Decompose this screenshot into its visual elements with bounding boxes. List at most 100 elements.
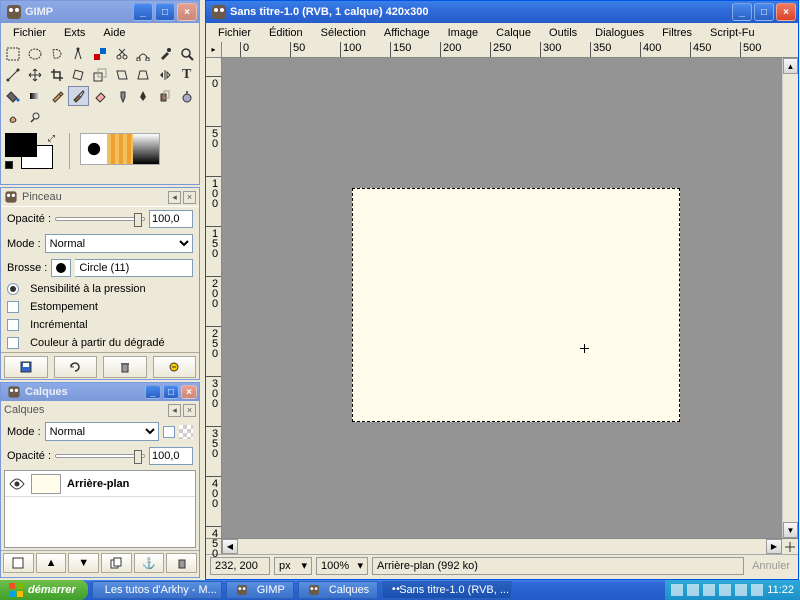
tray-icon[interactable] — [751, 584, 763, 596]
opacity-slider[interactable] — [55, 217, 145, 221]
delete-options-button[interactable] — [103, 356, 147, 378]
minimize-button[interactable]: _ — [133, 3, 153, 21]
menu-help[interactable]: Aide — [95, 25, 133, 41]
tool-scale[interactable] — [90, 65, 111, 85]
brush-pattern-gradient[interactable] — [80, 133, 160, 165]
brush-preview[interactable] — [51, 259, 71, 277]
tool-eraser[interactable] — [90, 86, 111, 106]
lock-alpha-checkbox[interactable] — [163, 426, 175, 438]
tool-blend[interactable] — [25, 86, 46, 106]
tool-rotate[interactable] — [68, 65, 89, 85]
unit-select[interactable]: px▾ — [274, 557, 312, 575]
close-dock-button[interactable]: × — [183, 404, 196, 417]
zoom-select[interactable]: 100%▾ — [316, 557, 368, 575]
tray-icon[interactable] — [703, 584, 715, 596]
menu-layer[interactable]: Calque — [488, 25, 539, 41]
reset-options-button[interactable] — [153, 356, 197, 378]
tool-fuzzy-select[interactable] — [68, 44, 89, 64]
swap-colors-icon[interactable]: ⤢ — [48, 133, 55, 144]
maximize-button[interactable]: □ — [754, 3, 774, 21]
scroll-down-button[interactable]: ▼ — [783, 522, 798, 538]
tool-paintbrush[interactable] — [68, 86, 89, 106]
menu-file[interactable]: Fichier — [5, 25, 54, 41]
minimize-button[interactable]: _ — [732, 3, 752, 21]
close-button[interactable]: × — [776, 3, 796, 21]
restore-options-button[interactable] — [54, 356, 98, 378]
save-options-button[interactable] — [4, 356, 48, 378]
menu-select[interactable]: Sélection — [313, 25, 374, 41]
opacity-spinner[interactable]: 100,0 — [149, 210, 193, 228]
usegradient-checkbox[interactable] — [7, 337, 19, 349]
tool-shear[interactable] — [111, 65, 132, 85]
clock[interactable]: 11:22 — [767, 584, 794, 596]
tool-convolve[interactable] — [176, 86, 197, 106]
tool-dodge-burn[interactable] — [25, 107, 46, 127]
fade-checkbox[interactable] — [7, 301, 19, 313]
tool-measure[interactable] — [3, 65, 24, 85]
layer-thumbnail[interactable] — [31, 474, 61, 494]
horizontal-ruler[interactable]: 050100150200250300350400450500 — [222, 42, 782, 58]
menu-file[interactable]: Fichier — [210, 25, 259, 41]
layer-opacity-slider[interactable] — [55, 454, 145, 458]
menu-tools[interactable]: Outils — [541, 25, 585, 41]
tray-icon[interactable] — [687, 584, 699, 596]
vertical-scrollbar[interactable]: ▲ ▼ — [782, 58, 798, 538]
incremental-checkbox[interactable] — [7, 319, 19, 331]
tool-smudge[interactable] — [3, 107, 24, 127]
menu-filters[interactable]: Filtres — [654, 25, 700, 41]
taskbar-item-image[interactable]: Sans titre-1.0 (RVB, ... — [382, 581, 512, 599]
tool-magnify[interactable] — [176, 44, 197, 64]
system-tray[interactable]: 11:22 — [665, 580, 800, 600]
tool-bucket-fill[interactable] — [3, 86, 24, 106]
fg-bg-colors[interactable]: ⤢ — [5, 133, 59, 169]
layer-mode-select[interactable]: Normal — [45, 422, 159, 441]
tool-perspective[interactable] — [133, 65, 154, 85]
new-layer-button[interactable] — [3, 553, 34, 573]
tool-text[interactable]: T — [176, 65, 197, 85]
tool-ink[interactable] — [133, 86, 154, 106]
active-brush[interactable] — [81, 134, 107, 164]
layer-name[interactable]: Arrière-plan — [67, 478, 129, 490]
horizontal-scrollbar[interactable]: ◀ ▶ — [222, 538, 782, 554]
tool-flip[interactable] — [155, 65, 176, 85]
menu-image[interactable]: Image — [440, 25, 487, 41]
layers-dock-header[interactable]: Calques ◂ × — [1, 401, 199, 419]
start-button[interactable]: démarrer — [0, 580, 88, 600]
tray-icon[interactable] — [671, 584, 683, 596]
tool-paths[interactable] — [133, 44, 154, 64]
duplicate-layer-button[interactable] — [101, 553, 132, 573]
tool-free-select[interactable] — [46, 44, 67, 64]
navigation-button[interactable] — [782, 538, 798, 554]
taskbar-item-gimp[interactable]: GIMP — [226, 581, 294, 599]
minimize-button[interactable]: _ — [145, 385, 161, 399]
scroll-left-button[interactable]: ◀ — [222, 539, 238, 554]
scroll-right-button[interactable]: ▶ — [766, 539, 782, 554]
maximize-button[interactable]: □ — [155, 3, 175, 21]
active-gradient[interactable] — [133, 134, 159, 164]
layers-titlebar[interactable]: Calques _ □ × — [1, 383, 199, 401]
detach-button[interactable]: ◂ — [168, 191, 181, 204]
tool-crop[interactable] — [46, 65, 67, 85]
menu-dialogs[interactable]: Dialogues — [587, 25, 652, 41]
tool-move[interactable] — [25, 65, 46, 85]
tool-options-header[interactable]: Pinceau ◂ × — [1, 188, 199, 206]
canvas-area[interactable] — [222, 58, 782, 538]
vertical-ruler[interactable]: 050100150200250300350400450 — [206, 58, 222, 538]
layer-row[interactable]: Arrière-plan — [5, 471, 195, 497]
maximize-button[interactable]: □ — [163, 385, 179, 399]
menu-exts[interactable]: Exts — [56, 25, 93, 41]
detach-button[interactable]: ◂ — [168, 404, 181, 417]
tool-ellipse-select[interactable] — [25, 44, 46, 64]
active-pattern[interactable] — [107, 134, 133, 164]
tool-by-color-select[interactable] — [90, 44, 111, 64]
tool-clone[interactable] — [155, 86, 176, 106]
menu-edit[interactable]: Édition — [261, 25, 311, 41]
menu-view[interactable]: Affichage — [376, 25, 438, 41]
reset-colors-icon[interactable] — [5, 161, 13, 169]
close-button[interactable]: × — [177, 3, 197, 21]
pressure-expander[interactable] — [7, 283, 19, 295]
taskbar-item-firefox[interactable]: Les tutos d'Arkhy - M... — [92, 581, 222, 599]
image-titlebar[interactable]: Sans titre-1.0 (RVB, 1 calque) 420x300 _… — [206, 1, 798, 23]
tool-airbrush[interactable] — [111, 86, 132, 106]
menu-scriptfu[interactable]: Script-Fu — [702, 25, 763, 41]
